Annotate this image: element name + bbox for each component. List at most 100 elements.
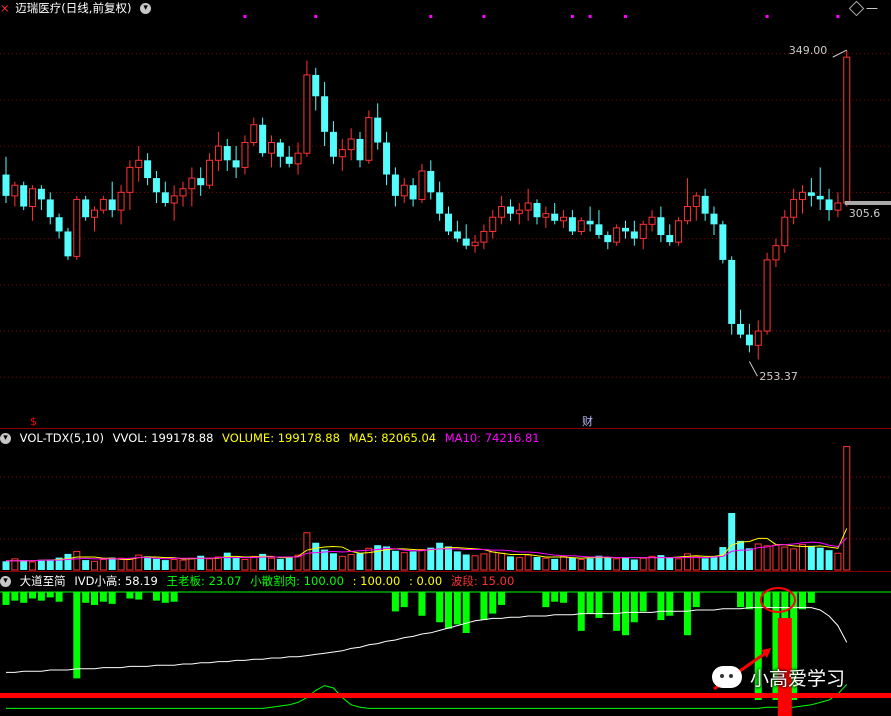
indicator-bar <box>657 592 665 621</box>
indicator-name[interactable]: 大道至简 <box>20 574 66 588</box>
indicator-bar <box>135 592 143 600</box>
volume-bar <box>462 554 470 570</box>
vvol-value: VVOL: 199178.88 <box>112 431 214 445</box>
retail-value: 小散割肉: 100.00 <box>250 574 344 588</box>
volume-bar <box>144 556 152 570</box>
volume-bar <box>675 558 683 571</box>
volume-bar <box>179 559 187 571</box>
panel-divider <box>0 571 891 572</box>
candle-body <box>683 206 691 222</box>
candle-body <box>294 152 302 165</box>
candle-body <box>577 220 585 232</box>
ma10-value: MA10: 74216.81 <box>444 431 540 445</box>
candle-body <box>533 202 541 218</box>
candle-body <box>586 220 594 225</box>
candle-body <box>400 184 408 197</box>
value-1: : 100.00 <box>352 574 401 588</box>
window-control-icon[interactable]: — <box>866 0 878 16</box>
wave-value: 波段: 15.00 <box>450 574 515 588</box>
indicator-bar <box>666 592 674 616</box>
volume-bar <box>781 546 789 571</box>
volume-bar <box>834 552 842 571</box>
candle-body <box>613 227 621 243</box>
volume-bar <box>347 554 355 571</box>
candle-body <box>506 206 514 214</box>
candle-body <box>365 117 373 161</box>
watermark: 小高爱学习 <box>712 657 845 697</box>
close-icon[interactable]: × <box>0 1 10 15</box>
volume-indicator-name[interactable]: VOL-TDX(5,10) <box>20 431 104 445</box>
candle-body <box>383 142 391 175</box>
signal-marker <box>588 15 592 18</box>
candle-body <box>622 227 629 232</box>
candle-body <box>568 217 576 232</box>
candle-body <box>11 184 19 197</box>
candle-body <box>259 124 267 154</box>
indicator-bar <box>46 592 54 598</box>
candle-body <box>816 195 824 200</box>
volume-bar <box>560 555 568 571</box>
candle-body <box>445 213 452 232</box>
volume-bar <box>745 548 753 570</box>
volume-bar <box>365 547 373 571</box>
volume-panel-header: ▾ VOL-TDX(5,10) VVOL: 199178.88 VOLUME: … <box>0 430 545 446</box>
candle-body <box>657 217 665 236</box>
chevron-down-icon[interactable]: ▾ <box>0 576 11 587</box>
indicator-bar <box>20 592 28 603</box>
indicator-bar <box>126 592 134 599</box>
candle-body <box>347 138 355 151</box>
candle-body <box>719 224 727 260</box>
candle-body <box>648 216 656 225</box>
candle-body <box>524 202 532 211</box>
volume-bar <box>400 552 408 571</box>
volume-bar <box>82 560 90 570</box>
candle-body <box>560 216 568 222</box>
indicator-bar <box>170 592 178 602</box>
indicator-bar <box>745 592 753 610</box>
volume-bar <box>551 558 559 570</box>
signal-marker <box>429 15 433 18</box>
candle-body <box>728 259 736 324</box>
indicator-bar <box>91 592 98 605</box>
volume-bar <box>568 557 576 570</box>
volume-bar <box>161 560 169 570</box>
candle-body <box>29 188 37 208</box>
volume-bar <box>515 557 523 571</box>
indicator-bar <box>99 592 107 602</box>
chevron-down-icon[interactable]: ▾ <box>0 433 11 444</box>
indicator-bar <box>551 592 559 602</box>
candle-body <box>250 124 258 144</box>
signal-marker <box>243 15 247 18</box>
last-price-marker <box>844 200 891 205</box>
ma5-value: MA5: 82065.04 <box>348 431 437 445</box>
candle-body <box>20 185 28 207</box>
volume-bar <box>639 557 647 571</box>
signal-marker <box>836 15 840 18</box>
volume-bar <box>719 547 727 570</box>
candle-body <box>152 178 160 193</box>
candle-body <box>409 185 417 200</box>
volume-bar <box>223 552 231 570</box>
ivd-value: IVD小高: 58.19 <box>74 574 158 588</box>
indicator-bar <box>498 592 506 605</box>
panel-divider <box>0 428 891 429</box>
candle-body <box>268 142 275 154</box>
volume-bar <box>99 558 107 571</box>
chevron-down-icon[interactable]: ▾ <box>140 3 152 14</box>
indicator-bar <box>799 592 806 610</box>
candle-body <box>825 199 833 211</box>
volume-bar <box>285 556 293 570</box>
candle-body <box>754 330 762 346</box>
candle-body <box>276 142 284 157</box>
volume-bar <box>471 555 479 571</box>
indicator-bar <box>613 592 621 631</box>
indicator-bar <box>400 592 408 608</box>
volume-value: VOLUME: 199178.88 <box>222 431 340 445</box>
indicator-bar <box>73 592 81 679</box>
candle-body <box>82 199 90 218</box>
candle-body <box>2 174 10 196</box>
candle-body <box>498 206 506 218</box>
candle-body <box>321 96 329 132</box>
indicator-bar <box>577 592 585 631</box>
candle-body <box>338 149 346 158</box>
